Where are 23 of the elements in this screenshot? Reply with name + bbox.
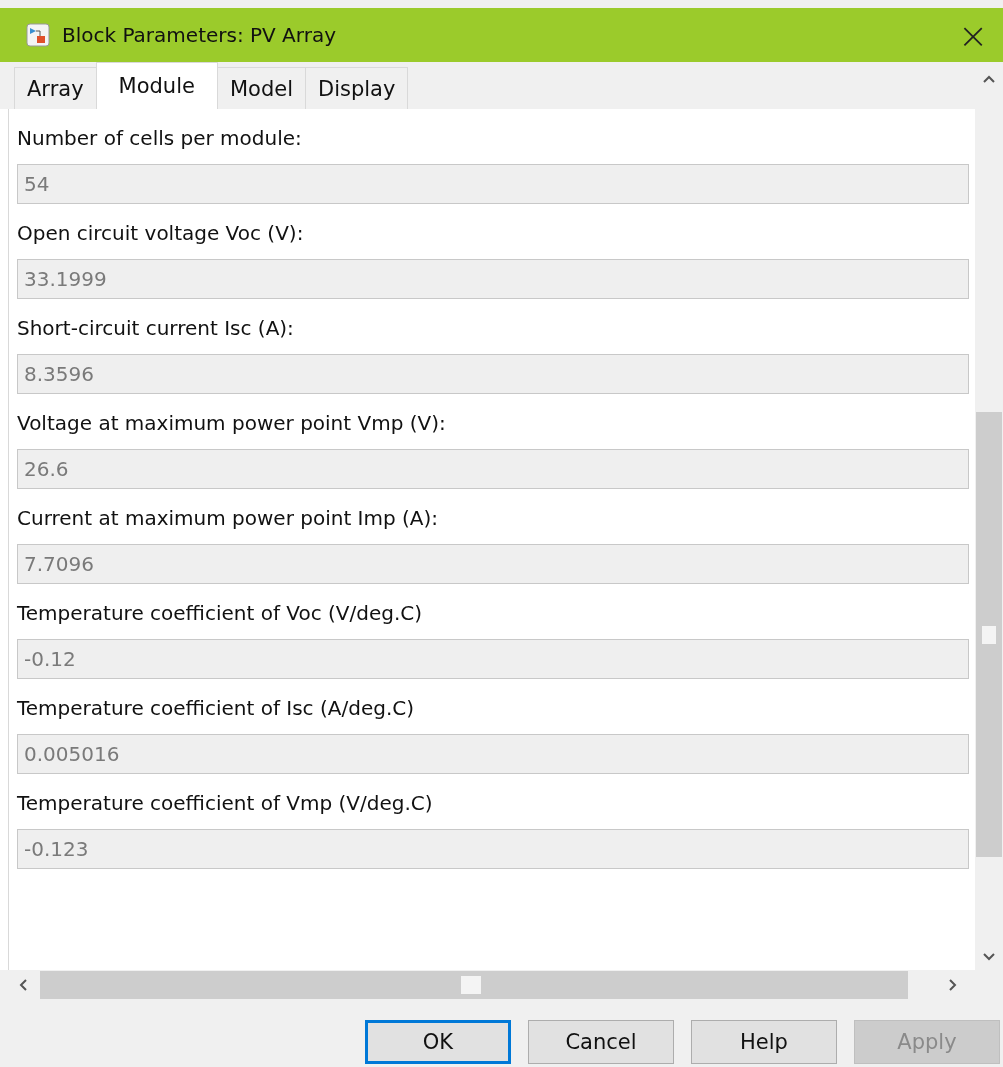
dialog-button[interactable]: Help xyxy=(691,1020,837,1064)
field-label: Temperature coefficient of Isc (A/deg.C) xyxy=(17,695,415,722)
scroll-down-icon[interactable] xyxy=(982,952,996,962)
field-label: Voltage at maximum power point Vmp (V): xyxy=(17,410,447,437)
dialog-button[interactable]: OK xyxy=(365,1020,511,1064)
scroll-thumb[interactable] xyxy=(976,412,1002,857)
tab[interactable]: Display xyxy=(305,67,409,109)
field-label: Current at maximum power point Imp (A): xyxy=(17,505,440,532)
field-label: Open circuit voltage Voc (V): xyxy=(17,220,305,247)
close-button[interactable]: × xyxy=(943,8,1003,62)
block-icon xyxy=(26,23,50,47)
scroll-left-icon[interactable] xyxy=(18,978,28,992)
scroll-thumb[interactable] xyxy=(461,976,481,994)
window-title: Block Parameters: PV Array xyxy=(62,23,337,47)
field-label: Number of cells per module: xyxy=(17,125,303,152)
field-label: Temperature coefficient of Voc (V/deg.C) xyxy=(17,600,424,627)
tab[interactable]: Module xyxy=(95,62,218,109)
tab[interactable]: Array xyxy=(14,67,97,109)
field-label: Temperature coefficient of Vmp (V/deg.C) xyxy=(17,790,434,817)
scroll-right-icon[interactable] xyxy=(948,978,958,992)
scroll-up-icon[interactable] xyxy=(982,74,996,84)
dialog-button[interactable]: Cancel xyxy=(528,1020,674,1064)
field-label: Short-circuit current Isc (A): xyxy=(17,315,295,342)
